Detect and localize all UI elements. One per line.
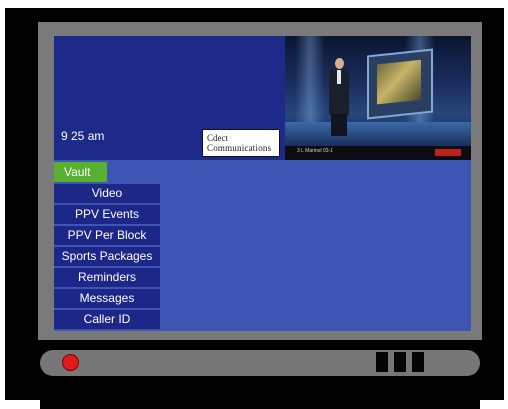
menu-item-reminders[interactable]: Reminders [54, 268, 160, 287]
provider-logo-line1: Cdect [207, 133, 228, 143]
studio-screen-image [377, 59, 421, 105]
tab-vault[interactable]: Vault [54, 162, 107, 182]
menu-item-video[interactable]: Video [54, 184, 160, 203]
control-button-1[interactable] [376, 352, 388, 372]
video-preview-window[interactable]: 3 L Marinol 03-1 [285, 36, 471, 160]
menu-item-messages[interactable]: Messages [54, 289, 160, 308]
menu-item-sports-packages[interactable]: Sports Packages [54, 247, 160, 266]
clock-time: 9 25 am [61, 129, 105, 143]
menu-item-caller-id[interactable]: Caller ID [54, 310, 160, 329]
power-button-icon[interactable] [62, 354, 79, 371]
menu-item-ppv-events[interactable]: PPV Events [54, 205, 160, 224]
menu-item-ppv-per-block[interactable]: PPV Per Block [54, 226, 160, 245]
vault-menu: Video PPV Events PPV Per Block Sports Pa… [54, 184, 160, 329]
presenter-shirt [337, 70, 341, 84]
control-button-2[interactable] [394, 352, 406, 372]
studio-floor [285, 122, 471, 146]
provider-logo: Cdect Communications [202, 129, 280, 157]
tv-stand [40, 400, 480, 409]
presenter-head [335, 58, 344, 69]
presenter-legs [331, 114, 347, 136]
score-ticker-text: 3 L Marinol 03-1 [297, 148, 333, 154]
network-logo-bug [435, 149, 461, 156]
provider-logo-line2: Communications [207, 143, 272, 153]
control-button-3[interactable] [412, 352, 424, 372]
studio-screen-panel [367, 48, 433, 120]
